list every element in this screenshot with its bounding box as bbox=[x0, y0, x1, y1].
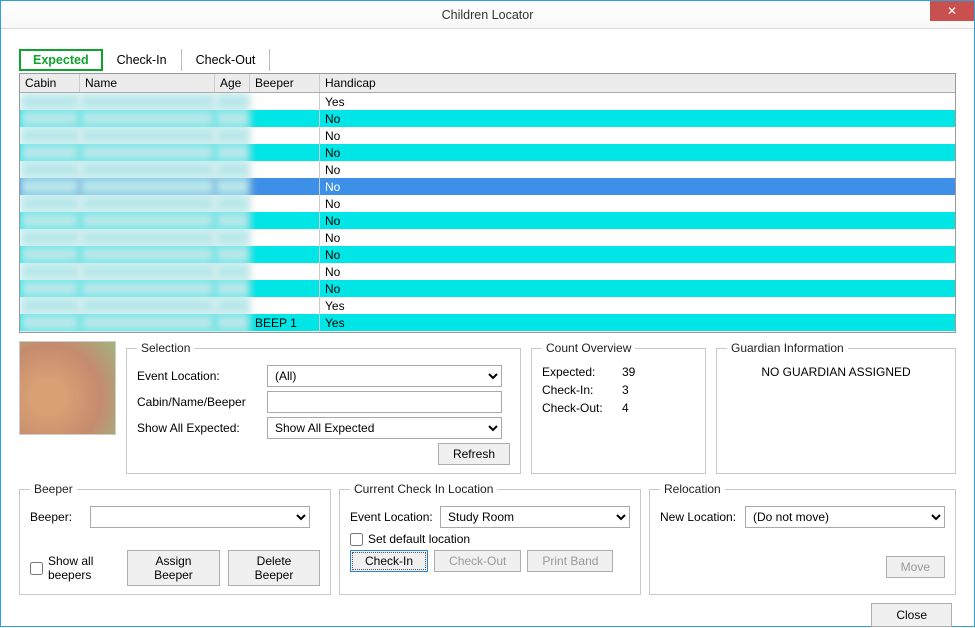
check-out-button[interactable]: Check-Out bbox=[434, 550, 521, 572]
table-row[interactable]: No bbox=[20, 331, 955, 332]
delete-beeper-button[interactable]: Delete Beeper bbox=[228, 550, 320, 586]
col-age[interactable]: Age bbox=[215, 74, 250, 92]
close-button[interactable]: Close bbox=[871, 603, 952, 627]
table-row[interactable]: No bbox=[20, 280, 955, 297]
set-default-location-checkbox[interactable]: Set default location bbox=[350, 532, 630, 546]
beeper-select[interactable] bbox=[90, 506, 310, 528]
table-row[interactable]: No bbox=[20, 110, 955, 127]
tab-bar: Expected Check-In Check-Out bbox=[19, 49, 956, 71]
tab-check-in[interactable]: Check-In bbox=[103, 49, 182, 71]
table-row[interactable]: No bbox=[20, 144, 955, 161]
close-icon: ✕ bbox=[947, 4, 957, 18]
relocation-legend: Relocation bbox=[660, 482, 725, 496]
col-handicap[interactable]: Handicap bbox=[320, 74, 955, 92]
cabin-name-beeper-input[interactable] bbox=[267, 391, 502, 413]
guardian-group: Guardian Information NO GUARDIAN ASSIGNE… bbox=[716, 341, 956, 474]
checkout-label: Check-Out: bbox=[542, 401, 622, 415]
assign-beeper-button[interactable]: Assign Beeper bbox=[127, 550, 220, 586]
guardian-legend: Guardian Information bbox=[727, 341, 848, 355]
col-cabin[interactable]: Cabin bbox=[20, 74, 80, 92]
checkin-value: 3 bbox=[622, 383, 629, 397]
table-row[interactable]: Yes bbox=[20, 297, 955, 314]
beeper-label: Beeper: bbox=[30, 510, 90, 524]
new-location-select[interactable]: (Do not move) bbox=[745, 506, 945, 528]
table-row[interactable]: No bbox=[20, 246, 955, 263]
show-all-expected-select[interactable]: Show All Expected bbox=[267, 417, 502, 439]
table-row[interactable]: No bbox=[20, 127, 955, 144]
cur-event-label: Event Location: bbox=[350, 510, 440, 524]
selection-legend: Selection bbox=[137, 341, 194, 355]
cur-event-select[interactable]: Study Room bbox=[440, 506, 630, 528]
expected-label: Expected: bbox=[542, 365, 622, 379]
window-title: Children Locator bbox=[442, 8, 534, 22]
grid-body[interactable]: YesNoNoNoNoNoNoNoNoNoNoNoYesBEEP 1YesNo bbox=[20, 93, 955, 332]
current-checkin-group: Current Check In Location Event Location… bbox=[339, 482, 641, 595]
col-name[interactable]: Name bbox=[80, 74, 215, 92]
checkout-value: 4 bbox=[622, 401, 629, 415]
guardian-text: NO GUARDIAN ASSIGNED bbox=[727, 365, 945, 379]
relocation-group: Relocation New Location: (Do not move) M… bbox=[649, 482, 956, 595]
current-legend: Current Check In Location bbox=[350, 482, 497, 496]
tab-check-out[interactable]: Check-Out bbox=[182, 49, 271, 71]
selection-group: Selection Event Location: (All) Cabin/Na… bbox=[126, 341, 521, 474]
count-legend: Count Overview bbox=[542, 341, 635, 355]
table-row[interactable]: Yes bbox=[20, 93, 955, 110]
check-in-button[interactable]: Check-In bbox=[350, 550, 428, 572]
cabin-name-beeper-label: Cabin/Name/Beeper bbox=[137, 395, 267, 409]
table-row[interactable]: No bbox=[20, 229, 955, 246]
move-button[interactable]: Move bbox=[886, 556, 945, 578]
child-photo-thumb bbox=[19, 341, 116, 435]
titlebar: Children Locator ✕ bbox=[1, 1, 974, 29]
event-location-label: Event Location: bbox=[137, 369, 267, 383]
table-row[interactable]: No bbox=[20, 212, 955, 229]
table-row[interactable]: No bbox=[20, 161, 955, 178]
expected-value: 39 bbox=[622, 365, 635, 379]
checkin-label: Check-In: bbox=[542, 383, 622, 397]
table-row[interactable]: BEEP 1Yes bbox=[20, 314, 955, 331]
table-row[interactable]: No bbox=[20, 263, 955, 280]
print-band-button[interactable]: Print Band bbox=[527, 550, 613, 572]
event-location-select[interactable]: (All) bbox=[267, 365, 502, 387]
table-row[interactable]: No bbox=[20, 178, 955, 195]
show-all-expected-label: Show All Expected: bbox=[137, 421, 267, 435]
children-grid[interactable]: Cabin Name Age Beeper Handicap YesNoNoNo… bbox=[19, 73, 956, 333]
close-window-button[interactable]: ✕ bbox=[930, 1, 974, 21]
grid-header: Cabin Name Age Beeper Handicap bbox=[20, 74, 955, 93]
new-location-label: New Location: bbox=[660, 510, 745, 524]
count-overview-group: Count Overview Expected:39 Check-In:3 Ch… bbox=[531, 341, 706, 474]
table-row[interactable]: No bbox=[20, 195, 955, 212]
col-beeper[interactable]: Beeper bbox=[250, 74, 320, 92]
tab-expected[interactable]: Expected bbox=[19, 49, 103, 71]
show-all-beepers-checkbox[interactable]: Show all beepers bbox=[30, 554, 119, 582]
beeper-legend: Beeper bbox=[30, 482, 77, 496]
beeper-group: Beeper Beeper: Show all beepers Assign B… bbox=[19, 482, 331, 595]
refresh-button[interactable]: Refresh bbox=[438, 443, 510, 465]
window-frame: Children Locator ✕ Expected Check-In Che… bbox=[0, 0, 975, 627]
